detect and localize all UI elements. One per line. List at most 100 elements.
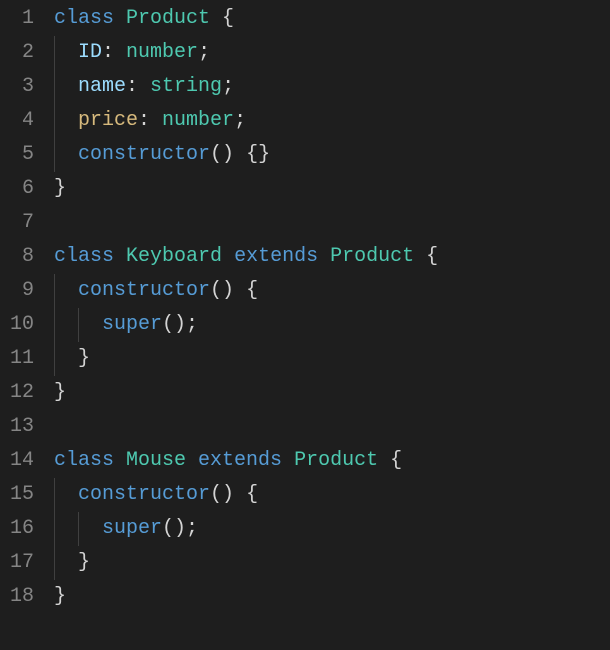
line-number: 7: [10, 206, 34, 240]
code-token: constructor: [78, 138, 210, 172]
code-line[interactable]: }: [54, 546, 610, 580]
indent: [54, 104, 78, 138]
code-token: number: [126, 36, 198, 70]
indent-guide: [54, 104, 55, 138]
line-number: 2: [10, 36, 34, 70]
code-line[interactable]: constructor() {: [54, 478, 610, 512]
indent: [54, 546, 78, 580]
line-number: 4: [10, 104, 34, 138]
code-line[interactable]: super();: [54, 512, 610, 546]
indent: [54, 36, 78, 70]
code-line[interactable]: class Mouse extends Product {: [54, 444, 610, 478]
code-token: ();: [162, 308, 198, 342]
code-token: }: [78, 546, 90, 580]
line-number: 14: [10, 444, 34, 478]
code-token: (): [210, 274, 246, 308]
code-line[interactable]: }: [54, 376, 610, 410]
code-token: ();: [162, 512, 198, 546]
indent-guide: [54, 274, 55, 308]
line-number: 12: [10, 376, 34, 410]
code-token: string: [150, 70, 222, 104]
code-line[interactable]: constructor() {: [54, 274, 610, 308]
indent-guide: [54, 342, 55, 376]
indent-guide: [78, 512, 79, 546]
code-line[interactable]: ID: number;: [54, 36, 610, 70]
code-token: :: [138, 104, 162, 138]
code-line[interactable]: }: [54, 342, 610, 376]
code-area[interactable]: class Product {ID: number;name: string;p…: [54, 0, 610, 650]
indent-guide: [54, 308, 55, 342]
code-line[interactable]: }: [54, 580, 610, 614]
code-token: }: [54, 376, 66, 410]
code-line[interactable]: super();: [54, 308, 610, 342]
code-token: class: [54, 240, 126, 274]
code-token: {: [246, 274, 258, 308]
indent-guide: [54, 70, 55, 104]
code-token: {: [390, 444, 402, 478]
code-token: class: [54, 2, 126, 36]
code-token: Product: [330, 240, 426, 274]
code-line[interactable]: constructor() {}: [54, 138, 610, 172]
line-number: 6: [10, 172, 34, 206]
indent: [54, 274, 78, 308]
line-number: 13: [10, 410, 34, 444]
code-token: Product: [294, 444, 390, 478]
code-line[interactable]: price: number;: [54, 104, 610, 138]
indent-guide: [54, 546, 55, 580]
code-token: }: [54, 172, 66, 206]
code-token: ID: [78, 36, 102, 70]
line-number: 11: [10, 342, 34, 376]
indent-guide: [54, 478, 55, 512]
code-token: number: [162, 104, 234, 138]
indent: [54, 478, 78, 512]
indent-guide: [54, 138, 55, 172]
code-token: Keyboard: [126, 240, 234, 274]
indent: [54, 70, 78, 104]
code-token: name: [78, 70, 126, 104]
code-line[interactable]: name: string;: [54, 70, 610, 104]
line-number-gutter: 123456789101112131415161718: [0, 0, 54, 650]
code-token: super: [102, 512, 162, 546]
line-number: 18: [10, 580, 34, 614]
indent-guide: [54, 512, 55, 546]
indent: [54, 512, 102, 546]
code-token: {: [426, 240, 438, 274]
code-token: super: [102, 308, 162, 342]
line-number: 1: [10, 2, 34, 36]
indent-guide: [78, 308, 79, 342]
code-token: constructor: [78, 274, 210, 308]
line-number: 8: [10, 240, 34, 274]
line-number: 3: [10, 70, 34, 104]
code-line[interactable]: class Product {: [54, 2, 610, 36]
code-token: :: [126, 70, 150, 104]
line-number: 15: [10, 478, 34, 512]
code-token: }: [54, 580, 66, 614]
indent: [54, 342, 78, 376]
code-token: {: [222, 2, 234, 36]
code-line[interactable]: [54, 410, 610, 444]
line-number: 10: [10, 308, 34, 342]
code-token: Product: [126, 2, 222, 36]
code-line[interactable]: class Keyboard extends Product {: [54, 240, 610, 274]
code-token: {: [246, 478, 258, 512]
line-number: 17: [10, 546, 34, 580]
code-line[interactable]: }: [54, 172, 610, 206]
code-token: constructor: [78, 478, 210, 512]
code-token: {}: [246, 138, 270, 172]
code-token: :: [102, 36, 126, 70]
line-number: 16: [10, 512, 34, 546]
code-token: class: [54, 444, 126, 478]
code-token: Mouse: [126, 444, 198, 478]
line-number: 5: [10, 138, 34, 172]
indent-guide: [54, 36, 55, 70]
code-token: }: [78, 342, 90, 376]
indent: [54, 138, 78, 172]
code-token: ;: [234, 104, 246, 138]
code-editor[interactable]: 123456789101112131415161718 class Produc…: [0, 0, 610, 650]
code-token: ;: [222, 70, 234, 104]
code-line[interactable]: [54, 206, 610, 240]
code-token: (): [210, 478, 246, 512]
code-token: ;: [198, 36, 210, 70]
code-token: extends: [198, 444, 294, 478]
code-token: extends: [234, 240, 330, 274]
